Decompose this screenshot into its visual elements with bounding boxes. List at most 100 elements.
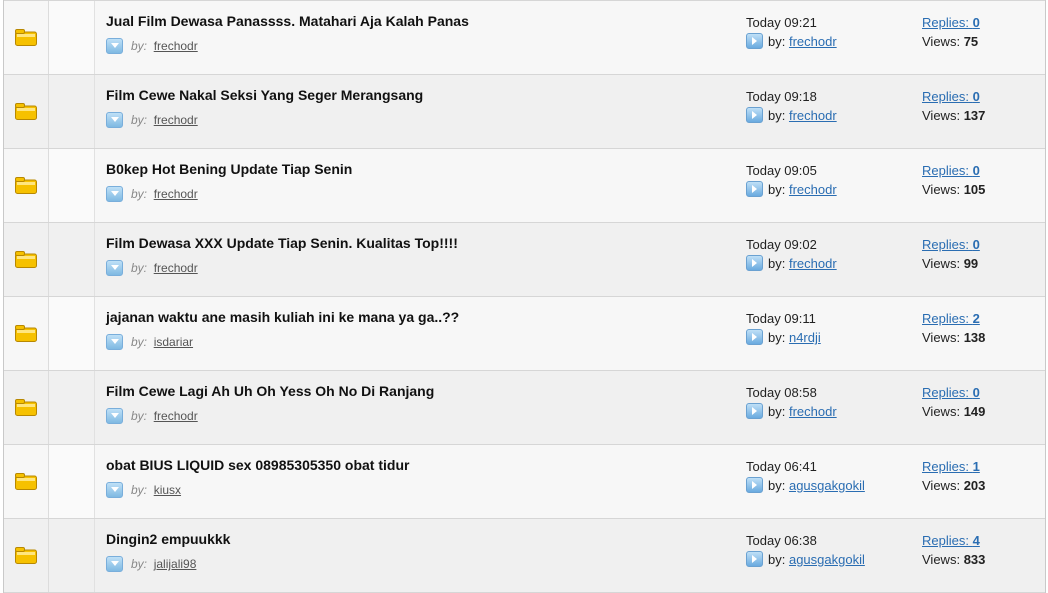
thread-title[interactable]: Film Cewe Lagi Ah Uh Oh Yess Oh No Di Ra…	[106, 383, 434, 399]
replies-link[interactable]: Replies: 2	[922, 311, 980, 326]
replies-link[interactable]: Replies: 0	[922, 163, 980, 178]
last-post-cell: Today 09:05 by: frechodr	[733, 149, 907, 222]
thread-author-link[interactable]: kiusx	[154, 483, 181, 497]
views-count: 203	[963, 478, 986, 493]
goto-last-post-icon[interactable]	[746, 476, 763, 493]
views-count: 99	[963, 256, 979, 271]
last-post-by-label: by:	[768, 330, 786, 345]
thread-byline: by: frechodr	[106, 186, 198, 203]
thread-stats-cell: Replies: 2 Views: 138	[907, 297, 1045, 370]
last-post-author-link[interactable]: agusgakgokil	[789, 552, 865, 567]
views-count: 833	[963, 552, 986, 567]
thread-main-cell: Film Cewe Nakal Seksi Yang Seger Merangs…	[95, 75, 733, 148]
goto-last-post-icon[interactable]	[746, 550, 763, 567]
thread-author-link[interactable]: isdariar	[154, 335, 193, 349]
thread-byline: by: kiusx	[106, 482, 181, 499]
views-label: Views:	[922, 404, 961, 419]
last-post-author-link[interactable]: agusgakgokil	[789, 478, 865, 493]
replies-count: 1	[972, 459, 980, 474]
replies-count: 0	[972, 89, 980, 104]
dropdown-arrow-icon[interactable]	[106, 482, 123, 498]
thread-author-link[interactable]: frechodr	[154, 39, 198, 53]
dropdown-arrow-icon[interactable]	[106, 112, 123, 128]
thread-main-cell: jajanan waktu ane masih kuliah ini ke ma…	[95, 297, 733, 370]
folder-icon	[15, 103, 37, 120]
thread-author-link[interactable]: frechodr	[154, 409, 198, 423]
by-label: by:	[131, 335, 148, 350]
views-stat: Views: 833	[922, 552, 985, 567]
thread-title[interactable]: obat BIUS LIQUID sex 08985305350 obat ti…	[106, 457, 409, 473]
replies-count: 2	[972, 311, 980, 326]
thread-title[interactable]: Film Dewasa XXX Update Tiap Senin. Kuali…	[106, 235, 458, 251]
views-count: 105	[963, 182, 986, 197]
thread-status-cell	[4, 1, 49, 74]
thread-title[interactable]: Dingin2 empuukkk	[106, 531, 230, 547]
goto-last-post-icon[interactable]	[746, 402, 763, 419]
by-label: by:	[131, 113, 148, 128]
views-stat: Views: 203	[922, 478, 985, 493]
last-post-author-link[interactable]: n4rdji	[789, 330, 821, 345]
dropdown-arrow-icon[interactable]	[106, 408, 123, 424]
replies-link[interactable]: Replies: 0	[922, 15, 980, 30]
goto-last-post-icon[interactable]	[746, 106, 763, 123]
last-post-author-link[interactable]: frechodr	[789, 256, 837, 271]
replies-link[interactable]: Replies: 1	[922, 459, 980, 474]
replies-link[interactable]: Replies: 0	[922, 385, 980, 400]
thread-status-cell	[4, 445, 49, 518]
thread-row: Jual Film Dewasa Panassss. Matahari Aja …	[4, 0, 1045, 75]
thread-author-link[interactable]: frechodr	[154, 187, 198, 201]
last-post-time: Today 06:41	[746, 459, 817, 474]
thread-title[interactable]: Film Cewe Nakal Seksi Yang Seger Merangs…	[106, 87, 423, 103]
dropdown-arrow-icon[interactable]	[106, 38, 123, 54]
last-post-by-label: by:	[768, 404, 786, 419]
last-post-by-label: by:	[768, 256, 786, 271]
thread-author-link[interactable]: frechodr	[154, 261, 198, 275]
last-post-author-link[interactable]: frechodr	[789, 404, 837, 419]
replies-label: Replies:	[922, 533, 969, 548]
replies-link[interactable]: Replies: 0	[922, 89, 980, 104]
last-post-author-link[interactable]: frechodr	[789, 108, 837, 123]
thread-prefix-cell	[49, 297, 95, 370]
folder-icon	[15, 325, 37, 342]
goto-last-post-icon[interactable]	[746, 254, 763, 271]
views-label: Views:	[922, 552, 961, 567]
folder-icon	[15, 29, 37, 46]
replies-link[interactable]: Replies: 4	[922, 533, 980, 548]
last-post-by-label: by:	[768, 182, 786, 197]
replies-label: Replies:	[922, 311, 969, 326]
last-post-cell: Today 09:02 by: frechodr	[733, 223, 907, 296]
replies-link[interactable]: Replies: 0	[922, 237, 980, 252]
views-stat: Views: 105	[922, 182, 985, 197]
dropdown-arrow-icon[interactable]	[106, 556, 123, 572]
replies-label: Replies:	[922, 385, 969, 400]
last-post-author-link[interactable]: frechodr	[789, 182, 837, 197]
goto-last-post-icon[interactable]	[746, 32, 763, 49]
by-label: by:	[131, 261, 148, 276]
goto-last-post-icon[interactable]	[746, 180, 763, 197]
thread-main-cell: Dingin2 empuukkk by: jalijali98	[95, 519, 733, 592]
goto-last-post-icon[interactable]	[746, 328, 763, 345]
thread-title[interactable]: B0kep Hot Bening Update Tiap Senin	[106, 161, 352, 177]
last-post-cell: Today 08:58 by: frechodr	[733, 371, 907, 444]
thread-main-cell: Jual Film Dewasa Panassss. Matahari Aja …	[95, 1, 733, 74]
folder-icon	[15, 547, 37, 564]
last-post-author-link[interactable]: frechodr	[789, 34, 837, 49]
by-label: by:	[131, 409, 148, 424]
thread-author-link[interactable]: jalijali98	[154, 557, 197, 571]
thread-status-cell	[4, 149, 49, 222]
views-stat: Views: 137	[922, 108, 985, 123]
by-label: by:	[131, 187, 148, 202]
views-label: Views:	[922, 182, 961, 197]
thread-title[interactable]: jajanan waktu ane masih kuliah ini ke ma…	[106, 309, 459, 325]
thread-author-link[interactable]: frechodr	[154, 113, 198, 127]
views-label: Views:	[922, 330, 961, 345]
replies-count: 4	[972, 533, 980, 548]
thread-title[interactable]: Jual Film Dewasa Panassss. Matahari Aja …	[106, 13, 469, 29]
folder-icon	[15, 177, 37, 194]
replies-count: 0	[972, 237, 980, 252]
dropdown-arrow-icon[interactable]	[106, 334, 123, 350]
dropdown-arrow-icon[interactable]	[106, 186, 123, 202]
last-post-cell: Today 09:18 by: frechodr	[733, 75, 907, 148]
dropdown-arrow-icon[interactable]	[106, 260, 123, 276]
thread-prefix-cell	[49, 445, 95, 518]
